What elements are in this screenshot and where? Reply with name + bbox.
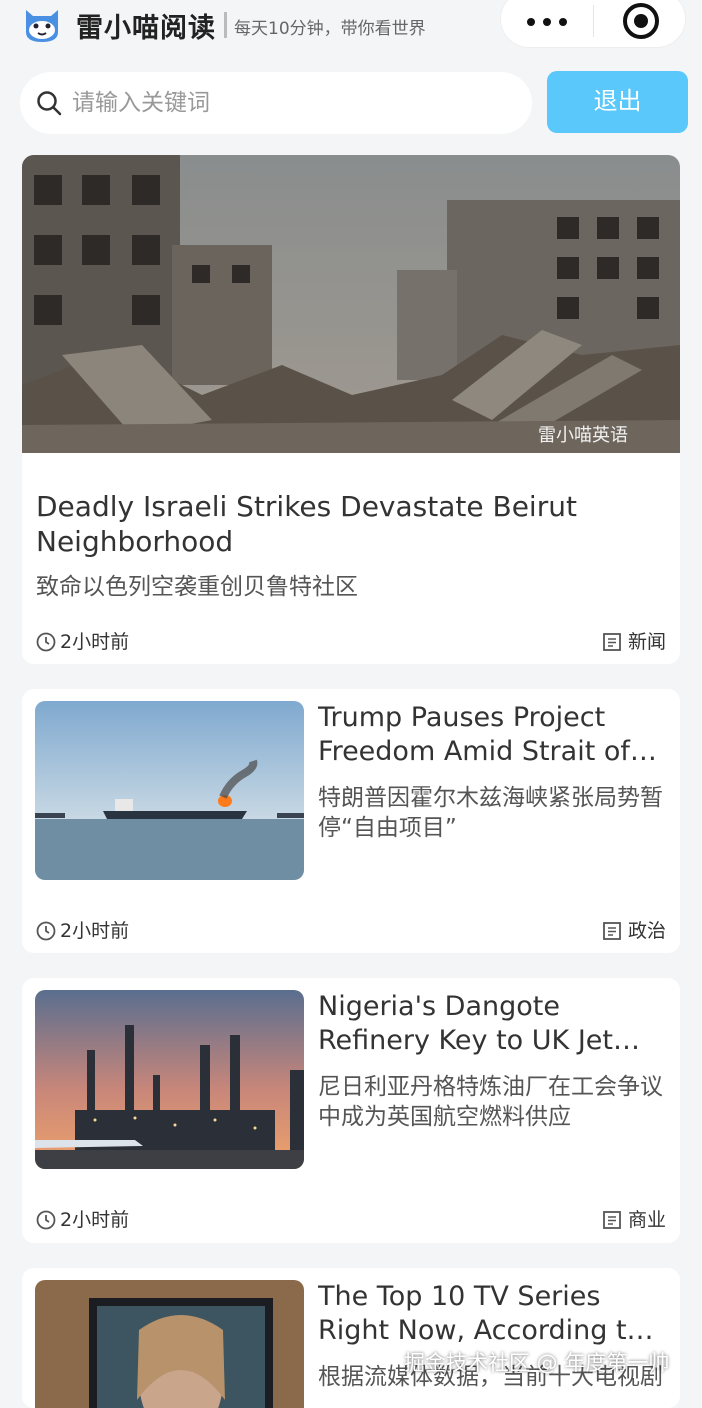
document-icon [603,1211,621,1229]
clock-icon [36,921,56,941]
category-label: 政治 [627,920,666,942]
article-title[interactable]: Nigeria's Dangote Refinery Key to UK Jet… [318,990,666,1058]
time-label: 2小时前 [60,920,130,942]
category-label: 新闻 [627,631,666,653]
article-subtitle: 尼日利亚丹格特炼油厂在工会争议中成为英国航空燃料供应 [318,1074,663,1130]
ruined-buildings-image [22,155,680,453]
miniprogram-capsule [500,0,686,48]
search-bar [20,72,532,134]
app-header: 雷小喵阅读 每天10分钟，带你看世界 [0,0,702,52]
exit-button[interactable]: 退出 [547,71,688,133]
document-icon [603,922,621,940]
article-title[interactable]: The Top 10 TV Series Right Now, Accordin… [318,1280,666,1348]
article-time: 2小时前 [36,1205,129,1232]
document-icon [603,633,621,651]
article-card[interactable]: Nigeria's Dangote Refinery Key to UK Jet… [22,978,680,1243]
title-divider [224,12,227,38]
time-label: 2小时前 [60,1209,130,1231]
featured-category: 新闻 [602,627,666,654]
category-label: 商业 [627,1209,666,1231]
article-title[interactable]: Trump Pauses Project Freedom Amid Strait… [318,701,666,769]
tanker-ship-image [35,701,304,880]
refinery-image [35,990,304,1169]
cat-logo-icon [26,10,58,42]
featured-article-card[interactable]: 雷小喵英语 Deadly Israeli Strikes Devastate B… [22,155,680,664]
article-category: 商业 [602,1205,666,1232]
article-card[interactable]: Trump Pauses Project Freedom Amid Strait… [22,689,680,953]
time-label: 2小时前 [60,631,130,653]
app-slogan: 每天10分钟，带你看世界 [234,19,426,39]
image-watermark: 雷小喵英语 [538,425,628,446]
search-input[interactable] [72,86,512,120]
app-title: 雷小喵阅读 [76,13,216,44]
more-options-button[interactable] [501,0,593,49]
clock-icon [36,1210,56,1230]
close-miniprogram-button[interactable] [594,0,687,49]
clock-icon [36,632,56,652]
search-icon [37,91,62,116]
juejin-watermark: 掘金技术社区 @ 年度第一帅 [404,1351,670,1375]
target-center [634,14,648,28]
article-category: 政治 [602,916,666,943]
article-card[interactable]: The Top 10 TV Series Right Now, Accordin… [22,1268,680,1408]
featured-time: 2小时前 [36,627,129,654]
featured-title[interactable]: Deadly Israeli Strikes Devastate Beirut … [36,489,656,559]
featured-subtitle: 致命以色列空袭重创贝鲁特社区 [36,574,358,600]
article-time: 2小时前 [36,916,129,943]
article-subtitle: 特朗普因霍尔木兹海峡紧张局势暂停“自由项目” [318,785,663,841]
tv-screen-image [35,1280,304,1408]
